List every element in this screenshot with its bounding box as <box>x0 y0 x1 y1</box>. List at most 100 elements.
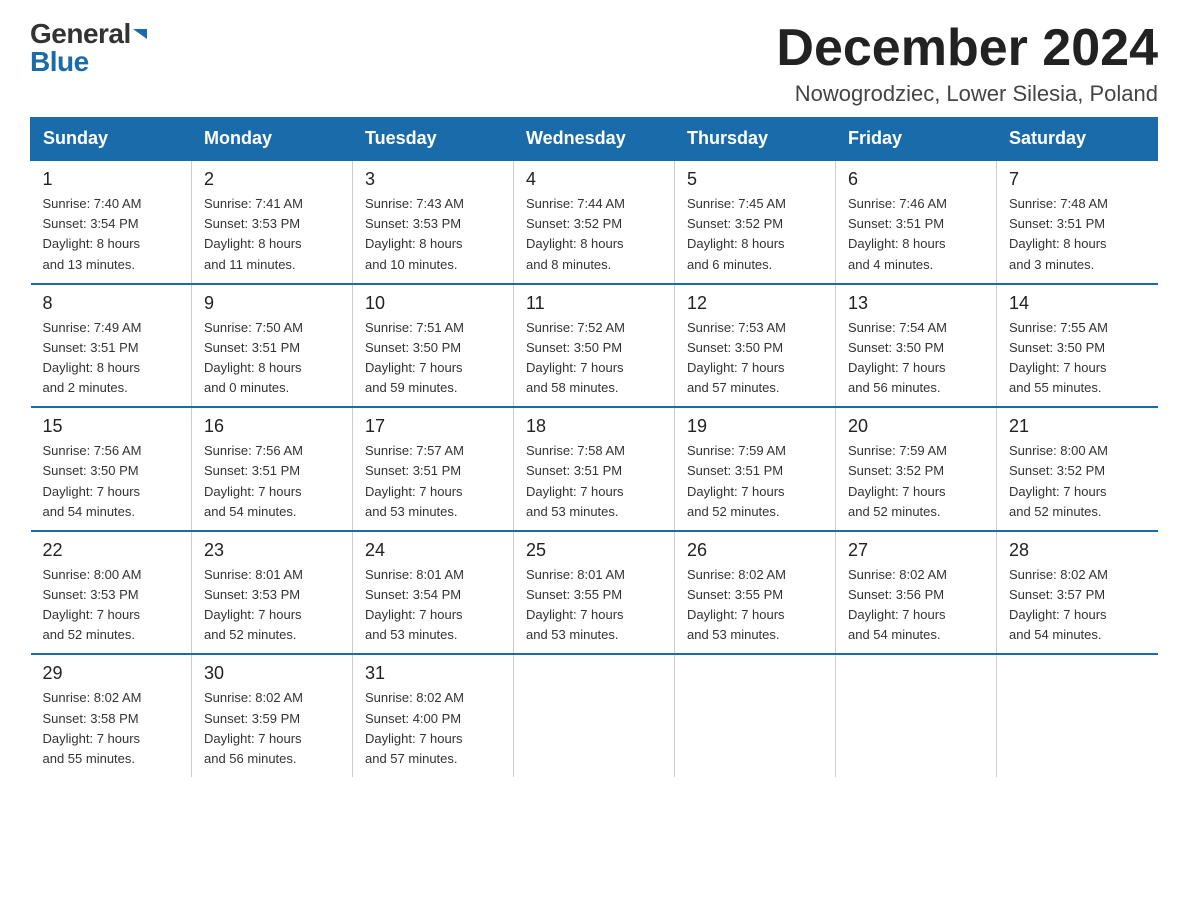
day-number: 22 <box>43 540 180 561</box>
day-info: Sunrise: 7:59 AMSunset: 3:52 PMDaylight:… <box>848 441 984 522</box>
logo-general: General <box>30 20 131 48</box>
day-number: 28 <box>1009 540 1146 561</box>
calendar-cell: 14 Sunrise: 7:55 AMSunset: 3:50 PMDayligh… <box>997 284 1158 408</box>
day-info: Sunrise: 7:44 AMSunset: 3:52 PMDaylight:… <box>526 194 662 275</box>
day-number: 4 <box>526 169 662 190</box>
logo-blue: Blue <box>30 48 89 76</box>
calendar-cell: 8 Sunrise: 7:49 AMSunset: 3:51 PMDaylight… <box>31 284 192 408</box>
day-number: 23 <box>204 540 340 561</box>
calendar-cell: 16 Sunrise: 7:56 AMSunset: 3:51 PMDayligh… <box>192 407 353 531</box>
day-info: Sunrise: 7:51 AMSunset: 3:50 PMDaylight:… <box>365 318 501 399</box>
calendar-table: SundayMondayTuesdayWednesdayThursdayFrid… <box>30 117 1158 777</box>
day-number: 30 <box>204 663 340 684</box>
calendar-cell: 7 Sunrise: 7:48 AMSunset: 3:51 PMDaylight… <box>997 160 1158 284</box>
day-info: Sunrise: 8:01 AMSunset: 3:54 PMDaylight:… <box>365 565 501 646</box>
day-number: 11 <box>526 293 662 314</box>
day-info: Sunrise: 7:54 AMSunset: 3:50 PMDaylight:… <box>848 318 984 399</box>
header-sunday: Sunday <box>31 118 192 161</box>
day-number: 18 <box>526 416 662 437</box>
day-info: Sunrise: 7:45 AMSunset: 3:52 PMDaylight:… <box>687 194 823 275</box>
calendar-cell: 21Sunrise: 8:00 AMSunset: 3:52 PMDayligh… <box>997 407 1158 531</box>
calendar-cell: 24 Sunrise: 8:01 AMSunset: 3:54 PMDayligh… <box>353 531 514 655</box>
calendar-cell: 29 Sunrise: 8:02 AMSunset: 3:58 PMDayligh… <box>31 654 192 777</box>
day-number: 24 <box>365 540 501 561</box>
day-number: 12 <box>687 293 823 314</box>
day-info: Sunrise: 7:59 AMSunset: 3:51 PMDaylight:… <box>687 441 823 522</box>
day-number: 7 <box>1009 169 1146 190</box>
day-number: 19 <box>687 416 823 437</box>
calendar-week-row: 8 Sunrise: 7:49 AMSunset: 3:51 PMDaylight… <box>31 284 1158 408</box>
day-info: Sunrise: 8:02 AMSunset: 3:58 PMDaylight:… <box>43 688 180 769</box>
day-info: Sunrise: 7:50 AMSunset: 3:51 PMDaylight:… <box>204 318 340 399</box>
day-info: Sunrise: 8:01 AMSunset: 3:55 PMDaylight:… <box>526 565 662 646</box>
header-wednesday: Wednesday <box>514 118 675 161</box>
calendar-cell: 17 Sunrise: 7:57 AMSunset: 3:51 PMDayligh… <box>353 407 514 531</box>
day-number: 3 <box>365 169 501 190</box>
calendar-cell: 9Sunrise: 7:50 AMSunset: 3:51 PMDaylight… <box>192 284 353 408</box>
day-info: Sunrise: 7:56 AMSunset: 3:50 PMDaylight:… <box>43 441 180 522</box>
calendar-cell: 20 Sunrise: 7:59 AMSunset: 3:52 PMDayligh… <box>836 407 997 531</box>
calendar-cell: 23 Sunrise: 8:01 AMSunset: 3:53 PMDayligh… <box>192 531 353 655</box>
logo: General Blue <box>30 20 147 76</box>
calendar-cell <box>514 654 675 777</box>
day-number: 10 <box>365 293 501 314</box>
day-info: Sunrise: 7:40 AMSunset: 3:54 PMDaylight:… <box>43 194 180 275</box>
day-info: Sunrise: 8:02 AMSunset: 3:57 PMDaylight:… <box>1009 565 1146 646</box>
day-number: 16 <box>204 416 340 437</box>
calendar-week-row: 1Sunrise: 7:40 AMSunset: 3:54 PMDaylight… <box>31 160 1158 284</box>
day-number: 5 <box>687 169 823 190</box>
calendar-cell: 19 Sunrise: 7:59 AMSunset: 3:51 PMDayligh… <box>675 407 836 531</box>
day-info: Sunrise: 7:46 AMSunset: 3:51 PMDaylight:… <box>848 194 984 275</box>
day-info: Sunrise: 7:56 AMSunset: 3:51 PMDaylight:… <box>204 441 340 522</box>
calendar-cell <box>997 654 1158 777</box>
title-area: December 2024 Nowogrodziec, Lower Silesi… <box>776 20 1158 107</box>
day-info: Sunrise: 7:49 AMSunset: 3:51 PMDaylight:… <box>43 318 180 399</box>
calendar-cell: 6 Sunrise: 7:46 AMSunset: 3:51 PMDaylight… <box>836 160 997 284</box>
calendar-cell: 1Sunrise: 7:40 AMSunset: 3:54 PMDaylight… <box>31 160 192 284</box>
calendar-cell: 26Sunrise: 8:02 AMSunset: 3:55 PMDayligh… <box>675 531 836 655</box>
day-number: 17 <box>365 416 501 437</box>
calendar-cell: 2 Sunrise: 7:41 AMSunset: 3:53 PMDaylight… <box>192 160 353 284</box>
calendar-week-row: 22 Sunrise: 8:00 AMSunset: 3:53 PMDayligh… <box>31 531 1158 655</box>
calendar-subtitle: Nowogrodziec, Lower Silesia, Poland <box>776 81 1158 107</box>
day-number: 2 <box>204 169 340 190</box>
calendar-cell: 12 Sunrise: 7:53 AMSunset: 3:50 PMDayligh… <box>675 284 836 408</box>
day-info: Sunrise: 7:55 AMSunset: 3:50 PMDaylight:… <box>1009 318 1146 399</box>
calendar-cell: 5 Sunrise: 7:45 AMSunset: 3:52 PMDaylight… <box>675 160 836 284</box>
day-number: 31 <box>365 663 501 684</box>
calendar-cell: 4 Sunrise: 7:44 AMSunset: 3:52 PMDaylight… <box>514 160 675 284</box>
day-number: 20 <box>848 416 984 437</box>
calendar-cell: 11 Sunrise: 7:52 AMSunset: 3:50 PMDayligh… <box>514 284 675 408</box>
calendar-cell: 10 Sunrise: 7:51 AMSunset: 3:50 PMDayligh… <box>353 284 514 408</box>
day-info: Sunrise: 8:02 AMSunset: 3:55 PMDaylight:… <box>687 565 823 646</box>
calendar-cell <box>675 654 836 777</box>
day-info: Sunrise: 7:41 AMSunset: 3:53 PMDaylight:… <box>204 194 340 275</box>
calendar-cell: 30 Sunrise: 8:02 AMSunset: 3:59 PMDayligh… <box>192 654 353 777</box>
day-number: 29 <box>43 663 180 684</box>
day-info: Sunrise: 8:02 AMSunset: 3:59 PMDaylight:… <box>204 688 340 769</box>
header-tuesday: Tuesday <box>353 118 514 161</box>
day-info: Sunrise: 7:58 AMSunset: 3:51 PMDaylight:… <box>526 441 662 522</box>
calendar-cell: 31Sunrise: 8:02 AMSunset: 4:00 PMDayligh… <box>353 654 514 777</box>
day-number: 15 <box>43 416 180 437</box>
calendar-cell: 28 Sunrise: 8:02 AMSunset: 3:57 PMDayligh… <box>997 531 1158 655</box>
day-info: Sunrise: 7:52 AMSunset: 3:50 PMDaylight:… <box>526 318 662 399</box>
day-number: 27 <box>848 540 984 561</box>
day-info: Sunrise: 7:48 AMSunset: 3:51 PMDaylight:… <box>1009 194 1146 275</box>
day-info: Sunrise: 7:57 AMSunset: 3:51 PMDaylight:… <box>365 441 501 522</box>
day-info: Sunrise: 8:00 AMSunset: 3:52 PMDaylight:… <box>1009 441 1146 522</box>
day-number: 6 <box>848 169 984 190</box>
calendar-cell: 15 Sunrise: 7:56 AMSunset: 3:50 PMDayligh… <box>31 407 192 531</box>
day-info: Sunrise: 7:53 AMSunset: 3:50 PMDaylight:… <box>687 318 823 399</box>
calendar-cell <box>836 654 997 777</box>
calendar-title: December 2024 <box>776 20 1158 77</box>
day-info: Sunrise: 8:00 AMSunset: 3:53 PMDaylight:… <box>43 565 180 646</box>
day-info: Sunrise: 8:01 AMSunset: 3:53 PMDaylight:… <box>204 565 340 646</box>
calendar-cell: 18 Sunrise: 7:58 AMSunset: 3:51 PMDayligh… <box>514 407 675 531</box>
day-number: 14 <box>1009 293 1146 314</box>
calendar-header-row: SundayMondayTuesdayWednesdayThursdayFrid… <box>31 118 1158 161</box>
day-number: 8 <box>43 293 180 314</box>
header-monday: Monday <box>192 118 353 161</box>
calendar-cell: 13 Sunrise: 7:54 AMSunset: 3:50 PMDayligh… <box>836 284 997 408</box>
day-number: 13 <box>848 293 984 314</box>
